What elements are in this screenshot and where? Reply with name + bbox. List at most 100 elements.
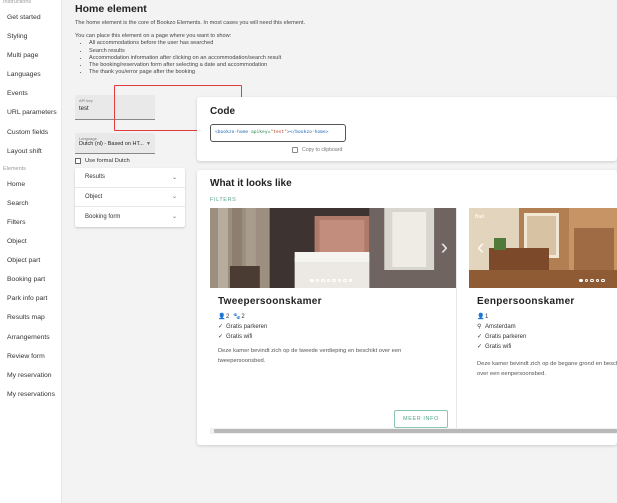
check-icon: ✓ <box>477 334 483 340</box>
sidebar-item-arrangements[interactable]: Arrangements <box>0 328 61 347</box>
sidebar-item-booking-part[interactable]: Booking part <box>0 270 61 289</box>
photo-dot[interactable] <box>337 278 341 282</box>
sidebar: Instructions Get started Styling Multi p… <box>0 0 62 503</box>
persons-count: 1 <box>485 314 489 320</box>
check-icon: ✓ <box>218 324 224 330</box>
intro-bullet: Accommodation information after clicking… <box>89 55 475 62</box>
sidebar-item-styling[interactable]: Styling <box>0 27 61 46</box>
feature-label: Gratis wifi <box>485 344 512 350</box>
feature-label: Gratis parkeren <box>226 324 268 330</box>
accordion-label: Object <box>85 193 103 200</box>
photo-dots <box>579 278 605 282</box>
more-info-button[interactable]: MEER INFO <box>394 410 448 428</box>
photo-dot[interactable] <box>348 278 352 282</box>
filters-link[interactable]: FILTERS <box>210 197 236 203</box>
accordion-label: Booking form <box>85 213 121 220</box>
feature-row: ✓ Gratis parkeren <box>477 332 526 342</box>
room-name[interactable]: Tweepersoonskamer <box>218 296 322 307</box>
page-title: Home element <box>75 3 147 15</box>
formal-dutch-option[interactable]: Use formal Dutch <box>75 158 185 164</box>
sidebar-item-review-form[interactable]: Review form <box>0 347 61 366</box>
intro-bullet: All accommodations before the user has s… <box>89 40 475 47</box>
sidebar-item-my-reservations[interactable]: My reservations <box>0 385 61 404</box>
sidebar-item-filters[interactable]: Filters <box>0 213 61 232</box>
photo-dot[interactable] <box>332 278 336 282</box>
sidebar-item-search[interactable]: Search <box>0 194 61 213</box>
photo-dot[interactable] <box>590 278 594 282</box>
feature-row: ✓ Gratis parkeren <box>218 322 267 332</box>
horizontal-scrollbar[interactable] <box>210 428 617 434</box>
code-title: Code <box>210 106 235 117</box>
sidebar-item-layout-shift[interactable]: Layout shift <box>0 142 61 161</box>
accordion-label: Results <box>85 174 106 181</box>
capacity-row: 👤 1 <box>477 312 526 322</box>
room-photo-image <box>210 208 456 288</box>
copy-to-clipboard-button[interactable]: Copy to clipboard <box>292 147 342 153</box>
room-description: Deze kamer bevindt zich op de tweede ver… <box>218 348 402 364</box>
sidebar-item-object-part[interactable]: Object part <box>0 251 61 270</box>
formal-dutch-checkbox[interactable] <box>75 158 81 164</box>
settings-accordion: Results ⌄ Object ⌄ Booking form ⌄ <box>75 168 185 227</box>
accommodation-card[interactable]: Bad ‹ Eenpersoonskamer 👤 1 ⚲ Amsterdam ✓… <box>469 208 617 433</box>
photo-dot[interactable] <box>315 278 319 282</box>
accordion-item-results[interactable]: Results ⌄ <box>75 168 185 188</box>
dropdown-caret-icon: ▼ <box>146 141 151 147</box>
language-select[interactable]: Language Dutch (nl) - Based on HT... ▼ <box>75 133 155 154</box>
sidebar-item-my-reservation[interactable]: My reservation <box>0 366 61 385</box>
photo-dot[interactable] <box>579 278 583 282</box>
intro-paragraph-2: You can place this element on a page whe… <box>75 33 232 40</box>
code-close-tag: ></bookzo-home> <box>286 130 329 135</box>
photo-dot[interactable] <box>321 278 325 282</box>
room-features: 👤 1 ⚲ Amsterdam ✓ Gratis parkeren ✓ Grat… <box>477 312 526 352</box>
sidebar-item-object[interactable]: Object <box>0 232 61 251</box>
sidebar-item-custom-fields[interactable]: Custom fields <box>0 123 61 142</box>
room-description: Deze kamer bevindt zich op de begane gro… <box>477 361 617 377</box>
photo-dot[interactable] <box>343 278 347 282</box>
code-snippet[interactable]: <bookzo-home apikey="test"></bookzo-home… <box>210 124 346 142</box>
previous-photo-arrow-icon[interactable]: ‹ <box>477 236 484 258</box>
accommodation-card[interactable]: › Tweepersoonskamer 👤 2 🐾 2 ✓ Gratis par… <box>210 208 457 433</box>
sidebar-section-elements: Elements <box>3 165 26 172</box>
check-icon: ✓ <box>218 334 224 340</box>
sidebar-item-multi-page[interactable]: Multi page <box>0 46 61 65</box>
feature-row: ✓ Gratis wifi <box>218 332 267 342</box>
accordion-item-object[interactable]: Object ⌄ <box>75 188 185 207</box>
room-photo: › <box>210 208 456 288</box>
intro-bullet-list: All accommodations before the user has s… <box>89 40 475 76</box>
sidebar-item-results-map[interactable]: Results map <box>0 308 61 327</box>
code-attribute: apikey= <box>250 130 271 135</box>
sidebar-item-url-parameters[interactable]: URL parameters <box>0 103 61 122</box>
chevron-down-icon: ⌄ <box>171 194 177 201</box>
sidebar-item-park-info-part[interactable]: Park info part <box>0 289 61 308</box>
intro-bullet: The booking/reservation form after selec… <box>89 62 475 69</box>
photo-dot[interactable] <box>326 278 330 282</box>
chevron-down-icon: ⌄ <box>171 214 177 221</box>
intro-bullet: The thank you/error page after the booki… <box>89 69 475 76</box>
photo-dots <box>310 278 352 282</box>
capacity-row: 👤 2 🐾 2 <box>218 312 267 322</box>
sidebar-item-languages[interactable]: Languages <box>0 65 61 84</box>
accordion-item-booking-form[interactable]: Booking form ⌄ <box>75 207 185 227</box>
feature-label: Gratis parkeren <box>485 334 527 340</box>
photo-dot[interactable] <box>584 278 588 282</box>
pets-count: 2 <box>241 314 245 320</box>
photo-dot[interactable] <box>310 278 314 282</box>
next-photo-arrow-icon[interactable]: › <box>441 236 448 258</box>
feature-label: Gratis wifi <box>226 334 253 340</box>
photo-dot[interactable] <box>601 278 605 282</box>
photo-dot[interactable] <box>595 278 599 282</box>
sidebar-item-events[interactable]: Events <box>0 84 61 103</box>
feature-row: ✓ Gratis wifi <box>477 342 526 352</box>
sidebar-item-get-started[interactable]: Get started <box>0 8 61 27</box>
preview-title: What it looks like <box>210 178 292 189</box>
intro-bullet: Search results <box>89 48 475 55</box>
location-pin-icon: ⚲ <box>477 324 482 330</box>
room-name[interactable]: Eenpersoonskamer <box>477 296 575 307</box>
person-icon: 👤 <box>218 314 226 320</box>
code-card: Code <bookzo-home apikey="test"></bookzo… <box>197 97 617 161</box>
check-icon: ✓ <box>477 344 483 350</box>
scrollbar-thumb[interactable] <box>214 429 617 433</box>
room-photo-image <box>469 208 617 288</box>
api-key-value[interactable]: test <box>79 106 89 112</box>
sidebar-item-home[interactable]: Home <box>0 175 61 194</box>
